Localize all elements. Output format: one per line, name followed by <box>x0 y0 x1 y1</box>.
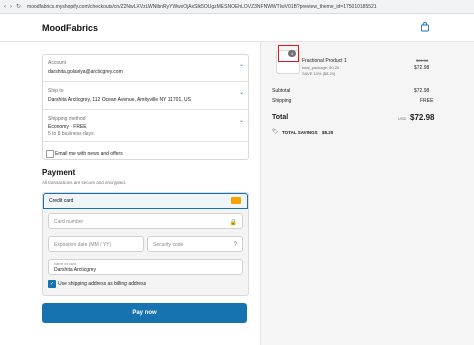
chevron-down-icon[interactable]: ⌄ <box>239 61 244 68</box>
newsletter-label: Email me with news and offers <box>55 151 123 157</box>
back-icon[interactable]: ‹ <box>4 4 6 10</box>
product-meta-1: total_package: 50.25 <box>302 65 340 70</box>
name-on-card-field[interactable]: Name on card Darshita Arcticgrey <box>48 259 243 275</box>
divider <box>43 81 248 82</box>
shipping-method-eta: 5 to 8 business days <box>48 131 94 137</box>
browser-nav: ‹ › ↻ <box>0 3 21 11</box>
security-code-placeholder: Security code <box>153 242 184 248</box>
order-summary <box>260 42 474 345</box>
payment-box: Credit card Card number 🔒 Expiration dat… <box>42 192 249 296</box>
name-on-card-label: Name on card <box>54 262 76 266</box>
subtotal-value: $72.98 <box>414 88 430 94</box>
account-value: darshita.golaviya@arcticgrey.com <box>48 69 123 75</box>
billing-same-label: Use shipping address as billing address <box>58 281 147 287</box>
product-price: $72.98 <box>414 65 430 71</box>
currency: USD <box>398 116 407 121</box>
review-summary: Account darshita.golaviya@arcticgrey.com… <box>42 54 249 160</box>
savings-value: $8.20 <box>322 130 334 135</box>
total-label: Total <box>272 114 289 121</box>
name-on-card-value: Darshita Arcticgrey <box>54 267 96 273</box>
shopping-bag-icon[interactable] <box>420 22 430 32</box>
chevron-down-icon[interactable]: ⌄ <box>239 89 244 96</box>
card-brand-icon <box>231 197 241 204</box>
pay-now-button[interactable]: Pay now <box>42 303 247 323</box>
total-value: $72.98 <box>410 113 435 122</box>
browser-address-bar: ‹ › ↻ moodfabrics.myshopify.com/checkout… <box>0 0 474 14</box>
subtotal-label: Subtotal <box>272 88 291 94</box>
expiration-field[interactable]: Expiration date (MM / YY) <box>48 236 144 252</box>
savings-tag-icon: 🏷 <box>272 129 279 135</box>
product-meta-2: SAVE 10% ($8.20) <box>302 71 336 76</box>
highlight-box <box>278 45 299 62</box>
billing-same-checkbox[interactable]: ✓ <box>48 280 56 288</box>
forward-icon[interactable]: › <box>10 4 12 10</box>
divider <box>43 109 248 110</box>
shipping-method-value: Economy · FREE <box>48 124 87 130</box>
shipping-method-label: Shipping method <box>48 116 86 122</box>
help-icon[interactable]: ? <box>234 242 237 248</box>
chevron-down-icon[interactable]: ⌄ <box>239 117 244 124</box>
divider <box>43 141 248 142</box>
card-number-field[interactable]: Card number 🔒 <box>48 213 243 229</box>
expiration-placeholder: Expiration date (MM / YY) <box>54 242 112 248</box>
newsletter-checkbox[interactable] <box>46 150 54 158</box>
payment-subtitle: All transactions are secure and encrypte… <box>42 180 127 185</box>
ship-to-value: Darshita Arcticgrey, 112 Ocean Avenue, A… <box>48 97 191 103</box>
credit-card-label: Credit card <box>49 198 74 204</box>
savings-label: TOTAL SAVINGS <box>282 130 318 135</box>
lock-icon: 🔒 <box>229 220 237 226</box>
product-name: Fractional Product 1 <box>302 58 347 64</box>
ship-to-label: Ship to <box>48 88 64 94</box>
url-field[interactable]: moodfabrics.myshopify.com/checkouts/cn/Z… <box>27 4 377 10</box>
reload-icon[interactable]: ↻ <box>16 3 21 10</box>
store-header: MoodFabrics <box>0 14 474 42</box>
original-price: $81.18 <box>416 58 429 63</box>
security-code-field[interactable]: Security code ? <box>147 236 243 252</box>
credit-card-option[interactable]: Credit card <box>43 193 248 209</box>
shipping-value: FREE <box>420 98 434 104</box>
payment-title: Payment <box>42 168 76 177</box>
shipping-label: Shipping <box>272 98 292 104</box>
card-number-placeholder: Card number <box>54 219 84 225</box>
account-label: Account <box>48 60 67 66</box>
store-name[interactable]: MoodFabrics <box>42 23 98 33</box>
